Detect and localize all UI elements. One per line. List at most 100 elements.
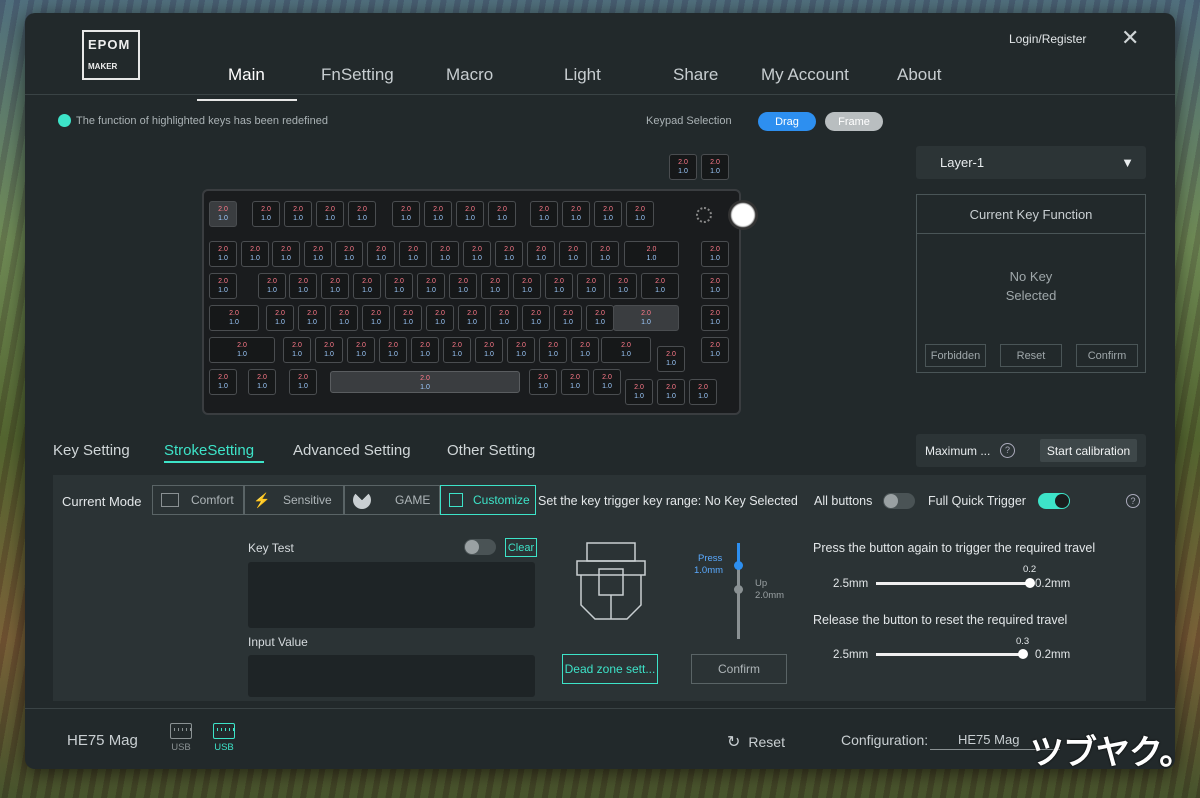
press-travel-slider[interactable] <box>876 582 1030 585</box>
close-icon[interactable]: ✕ <box>1121 27 1139 49</box>
keyboard-key[interactable]: 2.0 1.0 <box>456 201 484 227</box>
keyboard-key[interactable]: 2.0 1.0 <box>258 273 286 299</box>
input-value-field[interactable] <box>248 655 535 697</box>
login-register-link[interactable]: Login/Register <box>1009 32 1086 46</box>
keyboard-key[interactable]: 2.0 1.0 <box>304 241 332 267</box>
keyboard-key[interactable]: 2.0 1.0 <box>624 241 679 267</box>
keyboard-key[interactable]: 2.0 1.0 <box>562 201 590 227</box>
nav-main[interactable]: Main <box>228 65 265 85</box>
keyboard-key[interactable]: 2.0 1.0 <box>513 273 541 299</box>
keyboard-key[interactable]: 2.0 1.0 <box>209 305 259 331</box>
mode-game[interactable]: GAME <box>344 485 440 515</box>
spacebar-key[interactable]: 2.0 1.0 <box>330 371 520 393</box>
drag-button[interactable]: Drag <box>758 112 816 131</box>
keyboard-key[interactable]: 2.0 1.0 <box>272 241 300 267</box>
keyboard-key[interactable]: 2.0 1.0 <box>284 201 312 227</box>
nav-about[interactable]: About <box>897 65 941 85</box>
full-quick-trigger-toggle[interactable] <box>1038 493 1070 509</box>
keyboard-key[interactable]: 2.0 1.0 <box>289 273 317 299</box>
clear-button[interactable]: Clear <box>505 538 537 557</box>
keyboard-key[interactable]: 2.0 1.0 <box>316 201 344 227</box>
keyboard-key[interactable]: 2.0 1.0 <box>289 369 317 395</box>
keyboard-key[interactable]: 2.0 1.0 <box>495 241 523 267</box>
tab-key-setting[interactable]: Key Setting <box>53 442 130 459</box>
keyboard-key[interactable]: 2.0 1.0 <box>209 241 237 267</box>
keyboard-key[interactable]: 2.0 1.0 <box>362 305 390 331</box>
keyboard-key[interactable]: 2.0 1.0 <box>399 241 427 267</box>
keyboard-key[interactable]: 2.0 1.0 <box>490 305 518 331</box>
keyboard-key[interactable]: 2.0 1.0 <box>475 337 503 363</box>
keyboard-key[interactable]: 2.0 1.0 <box>545 273 573 299</box>
reset-button[interactable]: ↻ Reset <box>727 732 785 752</box>
keyboard-key[interactable]: 2.0 1.0 <box>522 305 550 331</box>
keyboard-key[interactable]: 2.0 1.0 <box>209 369 237 395</box>
keyboard-key[interactable]: 2.0 1.0 <box>701 241 729 267</box>
nav-share[interactable]: Share <box>673 65 718 85</box>
keyboard-key[interactable]: 2.0 1.0 <box>657 346 685 372</box>
help-icon[interactable]: ? <box>1000 443 1015 458</box>
mode-comfort[interactable]: Comfort <box>152 485 244 515</box>
keyboard-key[interactable]: 2.0 1.0 <box>594 201 622 227</box>
release-travel-knob[interactable] <box>1018 649 1028 659</box>
keyboard-key[interactable]: 2.0 1.0 <box>443 337 471 363</box>
keyboard-key[interactable]: 2.0 1.0 <box>248 369 276 395</box>
keyboard-key[interactable]: 2.0 1.0 <box>431 241 459 267</box>
keyboard-key[interactable]: 2.0 1.0 <box>701 337 729 363</box>
keyboard-key[interactable]: 2.0 1.0 <box>252 201 280 227</box>
nav-light[interactable]: Light <box>564 65 601 85</box>
keyboard-key[interactable]: 2.0 1.0 <box>561 369 589 395</box>
keyboard-key[interactable]: 2.0 1.0 <box>241 241 269 267</box>
nav-my-account[interactable]: My Account <box>761 65 849 85</box>
keyboard-key[interactable]: 2.0 1.0 <box>559 241 587 267</box>
tab-other-setting[interactable]: Other Setting <box>447 442 535 459</box>
volume-knob[interactable] <box>728 200 758 230</box>
keyboard-key[interactable]: 2.0 1.0 <box>449 273 477 299</box>
keyboard-key[interactable]: 2.0 1.0 <box>335 241 363 267</box>
keyboard-key[interactable]: 2.0 1.0 <box>527 241 555 267</box>
keyboard-key[interactable]: 2.0 1.0 <box>657 379 685 405</box>
mode-sensitive[interactable]: ⚡ Sensitive <box>244 485 344 515</box>
key-test-area[interactable] <box>248 562 535 628</box>
keyboard-key[interactable]: 2.0 1.0 <box>641 273 679 299</box>
keyboard-key[interactable]: 2.0 1.0 <box>209 273 237 299</box>
keyboard-key[interactable]: 2.0 1.0 <box>571 337 599 363</box>
keyboard-key[interactable]: 2.0 1.0 <box>394 305 422 331</box>
keyboard-key[interactable]: 2.0 1.0 <box>539 337 567 363</box>
extra-key[interactable]: 2.0 1.0 <box>669 154 697 180</box>
extra-key[interactable]: 2.0 1.0 <box>701 154 729 180</box>
keyboard-key[interactable]: 2.0 1.0 <box>330 305 358 331</box>
start-calibration-button[interactable]: Start calibration <box>1040 439 1137 462</box>
keyboard-key[interactable]: 2.0 1.0 <box>701 305 729 331</box>
frame-button[interactable]: Frame <box>825 112 883 131</box>
up-knob[interactable] <box>734 585 743 594</box>
keyboard-key[interactable]: 2.0 1.0 <box>626 201 654 227</box>
release-travel-slider[interactable] <box>876 653 1023 656</box>
keyboard-key[interactable]: 2.0 1.0 <box>689 379 717 405</box>
keyboard-key[interactable]: 2.0 1.0 <box>411 337 439 363</box>
keyboard-key[interactable]: 2.0 1.0 <box>507 337 535 363</box>
mode-customize[interactable]: Customize <box>440 485 536 515</box>
press-travel-knob[interactable] <box>1025 578 1035 588</box>
nav-fnsetting[interactable]: FnSetting <box>321 65 394 85</box>
all-buttons-toggle[interactable] <box>883 493 915 509</box>
keyboard-key[interactable]: 2.0 1.0 <box>348 201 376 227</box>
press-knob[interactable] <box>734 561 743 570</box>
keyboard-key[interactable]: 2.0 1.0 <box>701 273 729 299</box>
keyboard-key[interactable]: 2.0 1.0 <box>379 337 407 363</box>
keyboard-key[interactable]: 2.0 1.0 <box>283 337 311 363</box>
confirm-button[interactable]: Confirm <box>691 654 787 684</box>
tab-stroke-setting[interactable]: StrokeSetting <box>164 442 254 459</box>
keyboard-key[interactable]: 2.0 1.0 <box>298 305 326 331</box>
keyboard-key[interactable]: 2.0 1.0 <box>593 369 621 395</box>
keyboard-key[interactable]: 2.0 1.0 <box>426 305 454 331</box>
tab-advanced-setting[interactable]: Advanced Setting <box>293 442 411 459</box>
reset-key-button[interactable]: Reset <box>1000 344 1062 367</box>
keyboard-key[interactable]: 2.0 1.0 <box>347 337 375 363</box>
gear-icon[interactable] <box>696 207 712 223</box>
keyboard-key[interactable]: 2.0 1.0 <box>417 273 445 299</box>
keyboard-key[interactable]: 2.0 1.0 <box>609 273 637 299</box>
keyboard-key[interactable]: 2.0 1.0 <box>625 379 653 405</box>
keyboard-key[interactable]: 2.0 1.0 <box>529 369 557 395</box>
forbidden-button[interactable]: Forbidden <box>925 344 986 367</box>
keyboard-key[interactable]: 2.0 1.0 <box>367 241 395 267</box>
